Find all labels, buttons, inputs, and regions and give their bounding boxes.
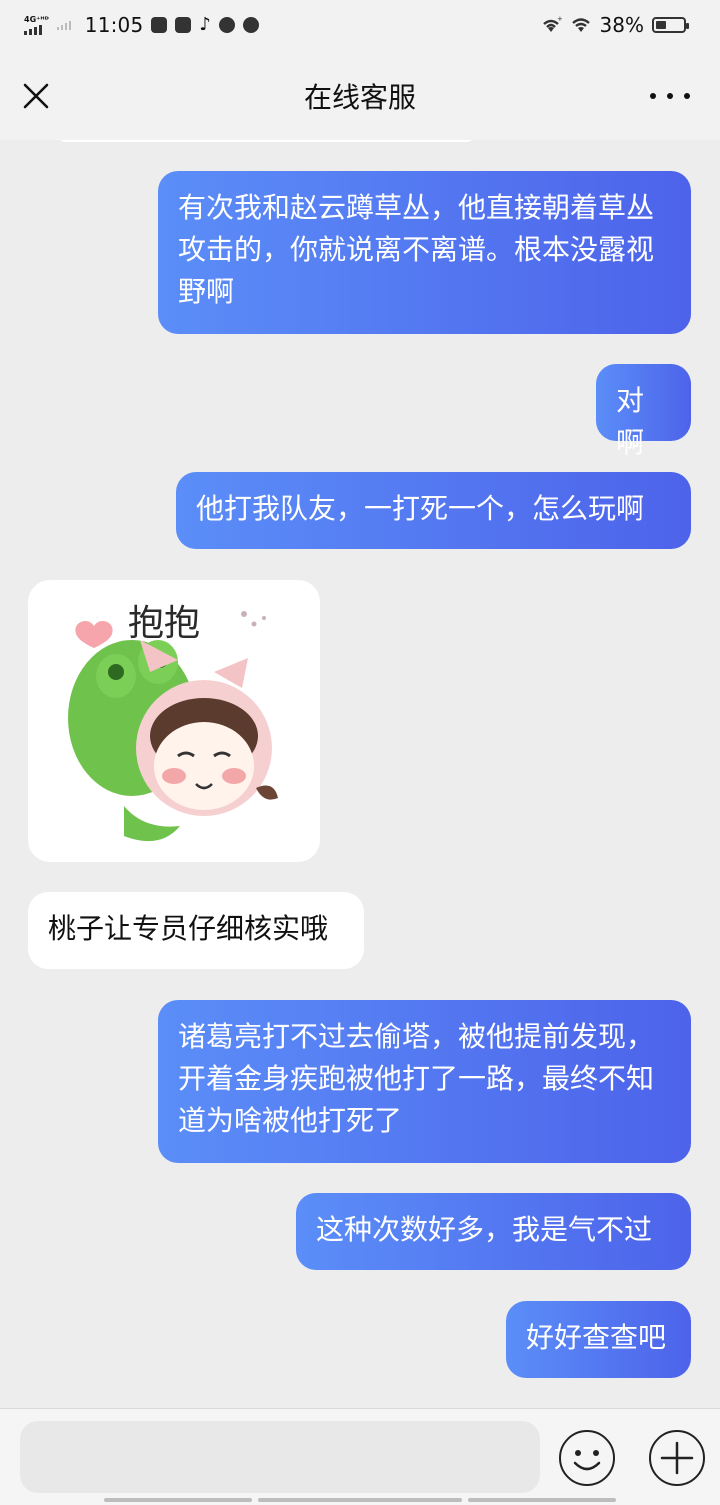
video-notification-icon (242, 17, 259, 33)
sticker-message[interactable]: 抱抱 (28, 580, 320, 862)
signal-bars-icon (24, 24, 42, 35)
message-bubble-me[interactable]: 诸葛亮打不过去偷塔，被他提前发现，开着金身疾跑被他打了一路，最终不知道为啥被他打… (158, 1000, 691, 1163)
message-bubble-me[interactable]: 这种次数好多，我是气不过 (296, 1193, 691, 1270)
message-bubble-me[interactable]: 对啊 (596, 364, 691, 459)
status-left: 4G⁺ᴴᴰ 11:05 ♪ (24, 10, 259, 40)
chat-area[interactable]: 有次我和赵云蹲草丛，他直接朝着草丛攻击的，你就说离不离谱。根本没露视野啊 对啊 … (0, 140, 720, 1408)
message-input[interactable] (20, 1421, 540, 1493)
message-bubble-me[interactable]: 他打我队友，一打死一个，怎么玩啊 (176, 472, 691, 549)
previous-message-edge (56, 140, 476, 142)
battery-icon (652, 17, 689, 33)
more-dot-icon (650, 93, 656, 99)
game-notification-icon (218, 17, 235, 33)
status-time: 11:05 (84, 13, 144, 37)
battery-percent: 38% (599, 13, 644, 37)
plus-circle-icon (649, 1430, 705, 1486)
nav-bar: 在线客服 (0, 52, 720, 140)
smiley-icon (559, 1430, 615, 1486)
composer-bar (0, 1408, 720, 1505)
message-bubble-me[interactable]: 有次我和赵云蹲草丛，他直接朝着草丛攻击的，你就说离不离谱。根本没露视野啊 (158, 171, 691, 334)
status-right: + 38% (540, 10, 689, 40)
wifi-plus-icon: + (542, 16, 562, 32)
battery-fill (656, 21, 666, 29)
signal-group: 4G⁺ᴴᴰ (24, 14, 49, 35)
page-title: 在线客服 (303, 81, 416, 114)
app-notification-icon (175, 17, 192, 33)
network-label: 4G⁺ᴴᴰ (24, 14, 49, 24)
home-indicator-segment (258, 1498, 462, 1502)
tiktok-icon: ♪ (199, 14, 211, 35)
hug-sticker-icon: 抱抱 (68, 603, 278, 842)
app-notification-icon (151, 17, 168, 33)
sticker-caption: 抱抱 (128, 603, 200, 644)
wifi-icon (571, 18, 590, 32)
message-bubble-other[interactable]: 桃子让专员仔细核实哦 (28, 892, 364, 969)
signal-bars-secondary-icon (56, 21, 71, 30)
add-button[interactable] (648, 1429, 706, 1487)
home-indicator-segment (468, 1498, 616, 1502)
emoji-button[interactable] (558, 1429, 616, 1487)
svg-text:+: + (557, 16, 562, 23)
status-bar: 4G⁺ᴴᴰ 11:05 ♪ + 38% (0, 0, 720, 52)
more-dot-icon (667, 93, 673, 99)
more-options-button[interactable] (650, 82, 690, 110)
more-dot-icon (684, 93, 690, 99)
home-indicator-segment (104, 1498, 252, 1502)
message-bubble-me[interactable]: 好好查查吧 (506, 1301, 691, 1378)
